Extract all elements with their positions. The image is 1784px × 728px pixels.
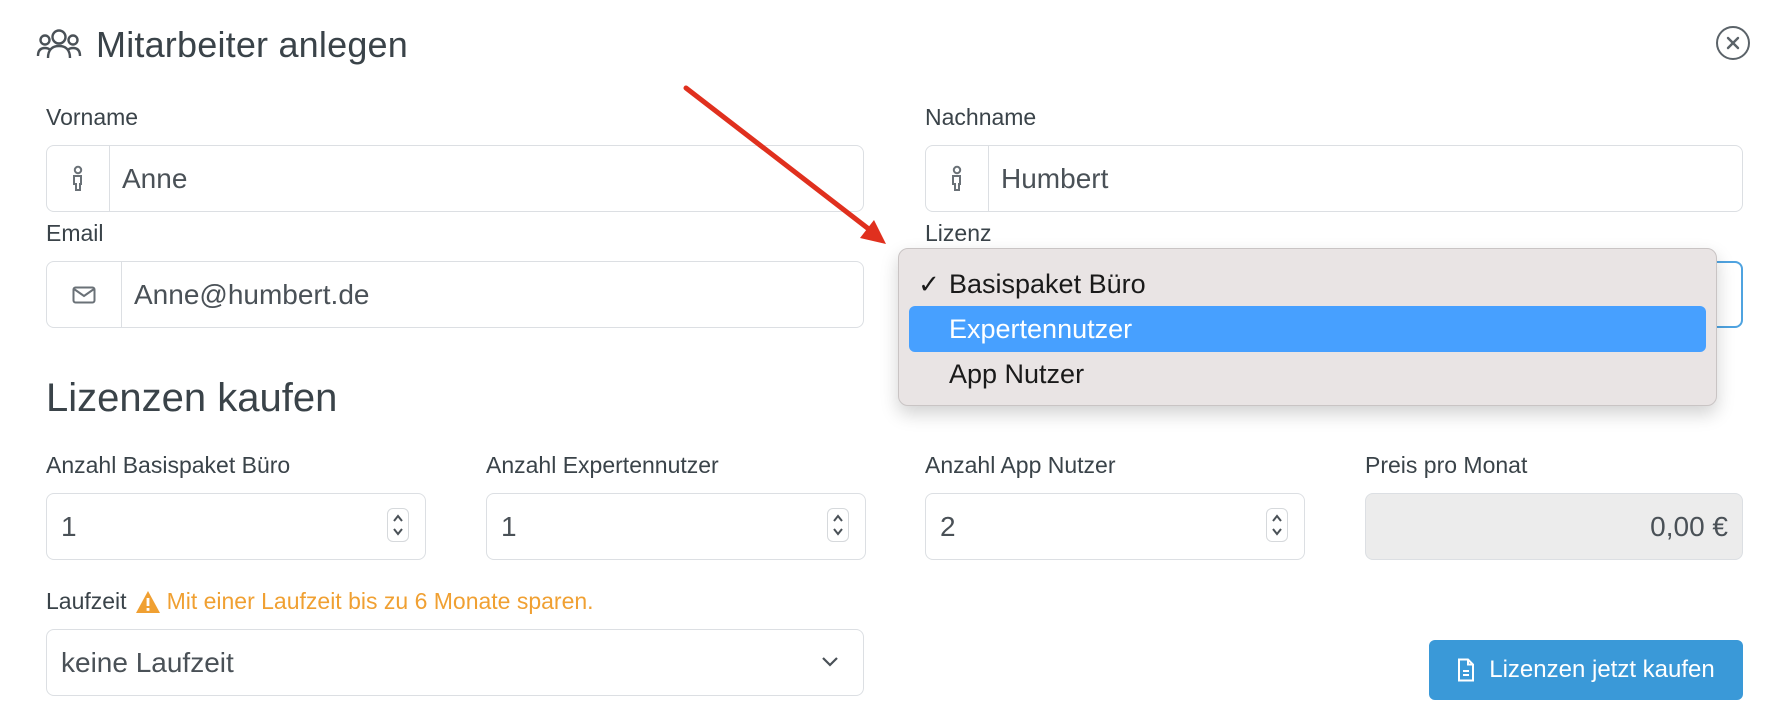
stepper-icon[interactable] [1266, 508, 1288, 542]
preis-value: 0,00 € [1650, 510, 1728, 542]
basis-count-input[interactable]: 1 [46, 493, 426, 560]
buy-button-label: Lizenzen jetzt kaufen [1489, 656, 1715, 683]
basis-label: Anzahl Basispaket Büro [46, 452, 291, 478]
warning-icon [135, 590, 160, 613]
preis-label: Preis pro Monat [1365, 452, 1528, 478]
modal-title: Mitarbeiter anlegen [96, 24, 408, 65]
person-icon [926, 146, 989, 211]
lizenz-dropdown-menu: ✓ Basispaket Büro Expertennutzer App Nut… [898, 248, 1717, 406]
buy-licenses-button[interactable]: Lizenzen jetzt kaufen [1429, 640, 1743, 700]
dropdown-option-app-nutzer[interactable]: App Nutzer [909, 351, 1706, 397]
email-input[interactable]: Anne@humbert.de [122, 262, 863, 327]
nachname-input[interactable]: Humbert [989, 146, 1742, 211]
laufzeit-value: keine Laufzeit [61, 646, 234, 678]
dropdown-option-expertennutzer[interactable]: Expertennutzer [909, 306, 1706, 352]
laufzeit-label: Laufzeit [46, 588, 127, 614]
stepper-icon[interactable] [827, 508, 849, 542]
basis-count-value: 1 [61, 510, 77, 542]
preis-readonly: 0,00 € [1365, 493, 1743, 560]
close-icon [1726, 36, 1740, 50]
option-label: Basispaket Büro [949, 268, 1146, 299]
stepper-icon[interactable] [387, 508, 409, 542]
experten-count-value: 1 [501, 510, 517, 542]
option-label: Expertennutzer [949, 313, 1133, 344]
users-icon [36, 29, 82, 59]
dropdown-option-basispaket[interactable]: ✓ Basispaket Büro [909, 261, 1706, 307]
modal-header: Mitarbeiter anlegen [36, 22, 408, 68]
app-count-value: 2 [940, 510, 956, 542]
email-label: Email [46, 220, 104, 246]
person-icon [47, 146, 110, 211]
laufzeit-label-row: Laufzeit Mit einer Laufzeit bis zu 6 Mon… [46, 588, 594, 615]
licenses-heading: Lizenzen kaufen [46, 376, 338, 420]
chevron-down-icon [822, 657, 838, 667]
laufzeit-warning: Mit einer Laufzeit bis zu 6 Monate spare… [166, 588, 594, 614]
envelope-icon [47, 262, 122, 327]
nachname-field[interactable]: Humbert [925, 145, 1743, 212]
nachname-label: Nachname [925, 104, 1037, 130]
laufzeit-select[interactable]: keine Laufzeit [46, 629, 864, 696]
app-label: Anzahl App Nutzer [925, 452, 1116, 478]
vorname-label: Vorname [46, 104, 139, 130]
annotation-arrow-icon [683, 85, 886, 244]
experten-label: Anzahl Expertennutzer [486, 452, 719, 478]
email-field[interactable]: Anne@humbert.de [46, 261, 864, 328]
document-icon [1458, 658, 1475, 682]
checkmark-icon: ✓ [918, 268, 940, 299]
lizenz-label: Lizenz [925, 220, 992, 246]
option-label: App Nutzer [949, 358, 1085, 389]
app-count-input[interactable]: 2 [925, 493, 1305, 560]
experten-count-input[interactable]: 1 [486, 493, 866, 560]
close-button[interactable] [1716, 26, 1750, 60]
